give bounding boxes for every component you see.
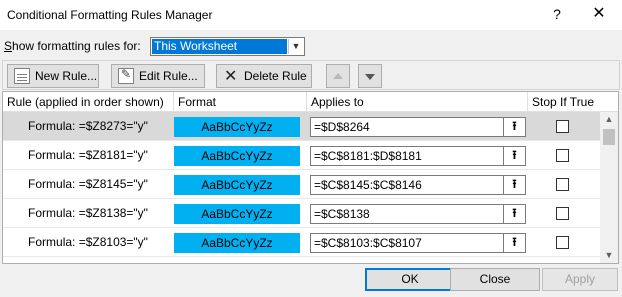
- applies-to-value: =$C$8138: [314, 207, 370, 221]
- rule-formula: Formula: =$Z8103="y": [28, 235, 148, 249]
- arrow-up-icon: [333, 73, 343, 79]
- applies-to-field[interactable]: =$C$8138 ⭱: [310, 204, 526, 224]
- edit-rule-icon: [118, 67, 134, 84]
- vertical-scrollbar[interactable]: ▲ ▼: [600, 112, 618, 263]
- table-row[interactable]: Formula: =$Z8103="y" AaBbCcYyZz =$C$8103…: [3, 228, 600, 257]
- applies-to-field[interactable]: =$C$8181:$D$8181 ⭱: [310, 146, 526, 166]
- delete-rule-label: Delete Rule: [244, 69, 307, 83]
- close-window-button[interactable]: ✕: [588, 3, 610, 25]
- rule-formula: Formula: =$Z8181="y": [28, 148, 148, 162]
- edit-rule-label: Edit Rule...: [139, 69, 198, 83]
- collapse-dialog-icon[interactable]: ⭱: [503, 147, 525, 165]
- format-preview: AaBbCcYyZz: [174, 233, 300, 253]
- stop-if-true-checkbox[interactable]: [556, 178, 569, 191]
- stop-if-true-checkbox[interactable]: [556, 236, 569, 249]
- apply-button[interactable]: Apply: [542, 268, 618, 291]
- scope-label-text: how formatting rules for:: [12, 39, 141, 53]
- close-button[interactable]: Close: [450, 268, 540, 291]
- scroll-up-icon[interactable]: ▲: [600, 112, 618, 127]
- format-preview: AaBbCcYyZz: [174, 175, 300, 195]
- new-rule-button[interactable]: New Rule...: [7, 64, 99, 88]
- applies-to-value: =$C$8145:$C$8146: [314, 178, 422, 192]
- header-format: Format: [174, 92, 307, 112]
- format-preview: AaBbCcYyZz: [174, 117, 300, 137]
- table-header: Rule (applied in order shown) Format App…: [3, 92, 618, 112]
- applies-to-value: =$D$8264: [314, 120, 370, 134]
- stop-if-true-checkbox[interactable]: [556, 207, 569, 220]
- edit-rule-button[interactable]: Edit Rule...: [111, 64, 205, 88]
- scroll-thumb[interactable]: [603, 129, 615, 145]
- scope-label: Show formatting rules for:: [4, 39, 141, 53]
- ok-button[interactable]: OK: [365, 268, 455, 291]
- format-preview: AaBbCcYyZz: [174, 146, 300, 166]
- new-rule-label: New Rule...: [35, 69, 98, 83]
- stop-if-true-checkbox[interactable]: [556, 120, 569, 133]
- window-title: Conditional Formatting Rules Manager: [7, 8, 213, 22]
- rules-table: Rule (applied in order shown) Format App…: [2, 91, 619, 264]
- delete-rule-button[interactable]: Delete Rule: [216, 64, 312, 88]
- collapse-dialog-icon[interactable]: ⭱: [503, 205, 525, 223]
- applies-to-field[interactable]: =$D$8264 ⭱: [310, 117, 526, 137]
- move-up-button[interactable]: [326, 64, 350, 88]
- rule-formula: Formula: =$Z8138="y": [28, 206, 148, 220]
- rule-formula: Formula: =$Z8273="y": [28, 119, 148, 133]
- chevron-down-icon[interactable]: ▼: [288, 39, 303, 54]
- format-preview: AaBbCcYyZz: [174, 204, 300, 224]
- table-row[interactable]: Formula: =$Z8273="y" AaBbCcYyZz =$D$8264…: [3, 112, 600, 141]
- applies-to-field[interactable]: =$C$8103:$C$8107 ⭱: [310, 233, 526, 253]
- stop-if-true-checkbox[interactable]: [556, 149, 569, 162]
- header-applies-to: Applies to: [307, 92, 528, 112]
- help-button[interactable]: ?: [546, 3, 568, 25]
- applies-to-value: =$C$8181:$D$8181: [314, 149, 422, 163]
- move-down-button[interactable]: [358, 64, 382, 88]
- table-row[interactable]: Formula: =$Z8181="y" AaBbCcYyZz =$C$8181…: [3, 141, 600, 170]
- rules-toolbar: New Rule... Edit Rule... Delete Rule: [2, 60, 620, 90]
- table-row[interactable]: Formula: =$Z8138="y" AaBbCcYyZz =$C$8138…: [3, 199, 600, 228]
- scroll-down-icon[interactable]: ▼: [600, 248, 618, 263]
- header-stop-if-true: Stop If True: [532, 95, 595, 109]
- rule-formula: Formula: =$Z8145="y": [28, 177, 148, 191]
- applies-to-value: =$C$8103:$C$8107: [314, 236, 422, 250]
- applies-to-field[interactable]: =$C$8145:$C$8146 ⭱: [310, 175, 526, 195]
- arrow-down-icon: [365, 74, 375, 80]
- scope-value: This Worksheet: [152, 39, 287, 54]
- collapse-dialog-icon[interactable]: ⭱: [503, 118, 525, 136]
- collapse-dialog-icon[interactable]: ⭱: [503, 176, 525, 194]
- new-rule-icon: [14, 68, 30, 84]
- title-bar: Conditional Formatting Rules Manager ? ✕: [0, 0, 622, 30]
- scope-dropdown[interactable]: This Worksheet ▼: [150, 37, 305, 56]
- header-rule: Rule (applied in order shown): [3, 92, 174, 112]
- table-row[interactable]: Formula: =$Z8145="y" AaBbCcYyZz =$C$8145…: [3, 170, 600, 199]
- delete-x-icon: [223, 66, 239, 86]
- collapse-dialog-icon[interactable]: ⭱: [503, 234, 525, 252]
